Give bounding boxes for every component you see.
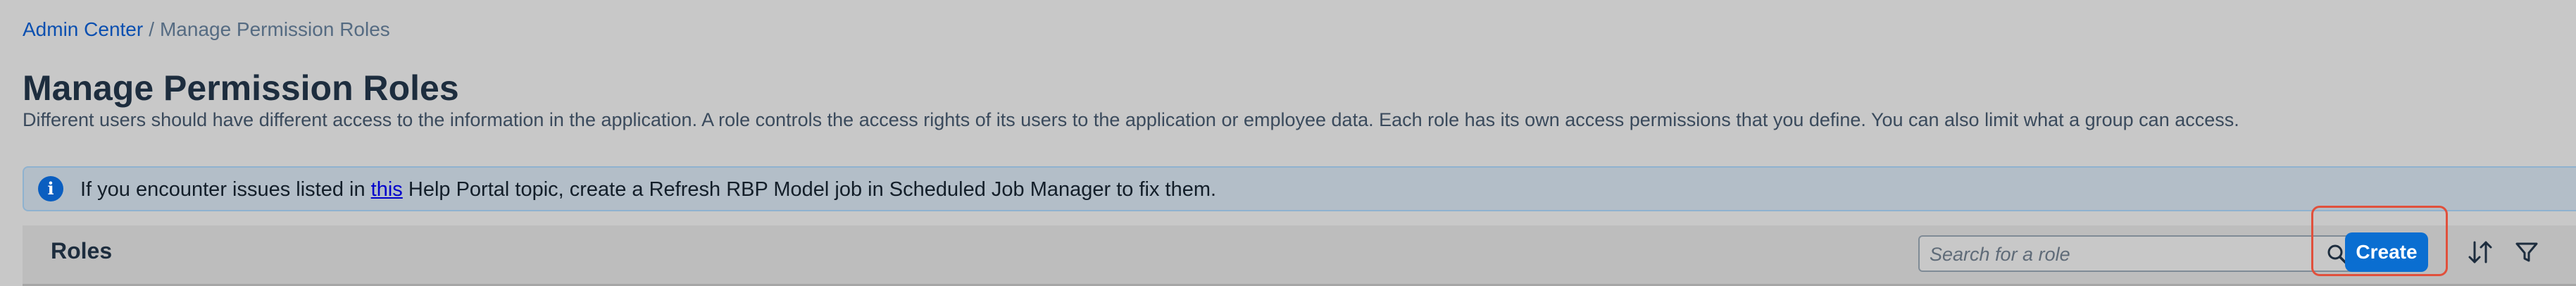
info-message-strip: i If you encounter issues listed in this… <box>23 166 2576 211</box>
role-search-input[interactable] <box>1928 237 2311 272</box>
breadcrumb-current: Manage Permission Roles <box>159 18 390 40</box>
info-text-before: If you encounter issues listed in <box>80 178 371 201</box>
roles-toolbar: Roles Create <box>23 206 2576 286</box>
sort-icon[interactable] <box>2466 238 2494 266</box>
roles-title: Roles <box>51 238 113 263</box>
breadcrumb: Admin Center / Manage Permission Roles <box>23 18 390 41</box>
filter-icon[interactable] <box>2514 240 2539 265</box>
page-description: Different users should have different ac… <box>23 109 2239 130</box>
breadcrumb-separator: / <box>149 18 154 40</box>
page-title: Manage Permission Roles <box>23 68 459 108</box>
help-portal-link[interactable]: this <box>371 178 403 201</box>
create-button[interactable]: Create <box>2345 232 2428 272</box>
breadcrumb-link-admin-center[interactable]: Admin Center <box>23 18 143 40</box>
info-message-text: If you encounter issues listed in this H… <box>80 178 1216 201</box>
role-search-field[interactable] <box>1918 235 2356 272</box>
info-icon: i <box>38 176 63 201</box>
info-text-after: Help Portal topic, create a Refresh RBP … <box>402 178 1217 201</box>
